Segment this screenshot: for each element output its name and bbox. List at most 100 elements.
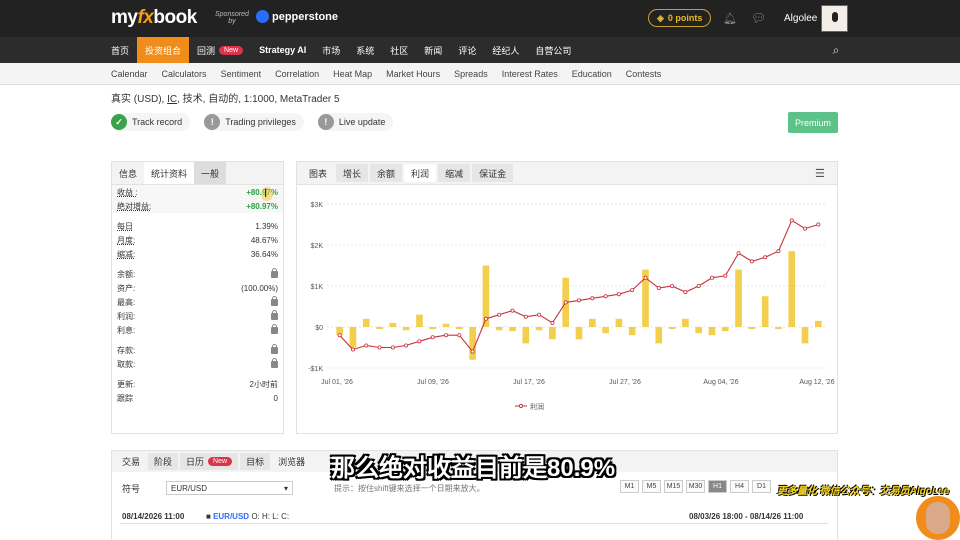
sponsor-name[interactable]: pepperstone: [272, 11, 338, 23]
stat-row: 每日 1.39%: [112, 219, 283, 233]
broker-link[interactable]: IC: [167, 94, 177, 105]
stat-row: 资产: (100.00%): [112, 281, 283, 295]
nav-item-6[interactable]: 社区: [382, 37, 416, 63]
nav-item-label: 经纪人: [492, 45, 520, 56]
profit-bar: [402, 327, 410, 331]
sliders-icon[interactable]: ☰: [815, 167, 829, 180]
stat-label: 每日: [117, 221, 133, 231]
timeframe-h4[interactable]: H4: [730, 480, 749, 493]
subnav-item-9[interactable]: Contests: [619, 69, 669, 79]
profit-point: [550, 320, 555, 325]
tab-goals[interactable]: 目标: [240, 453, 271, 470]
watermark: 更多量化 微信公众号：交易员AlgoLee: [777, 486, 950, 497]
chat-icon[interactable]: 💬︎: [751, 11, 766, 25]
track-record-badge[interactable]: ✓ Track record: [111, 113, 191, 131]
search-icon[interactable]: ⌕: [823, 37, 849, 63]
profit-point: [616, 292, 621, 297]
tab-balance[interactable]: 余额: [370, 164, 403, 182]
profit-point: [803, 226, 808, 231]
bell-icon[interactable]: 🔔︎: [723, 12, 737, 25]
profit-point: [444, 333, 449, 338]
stat-row: 收益 :+80.97%: [112, 185, 283, 199]
nav-item-label: 系统: [356, 45, 375, 56]
nav-item-2[interactable]: 回测 New: [189, 37, 251, 63]
stats-tabs: 信息 统计资料 一般: [112, 162, 283, 185]
profit-point: [736, 251, 741, 256]
subnav-item-3[interactable]: Correlation: [268, 69, 326, 79]
nav-item-10[interactable]: 自营公司: [527, 37, 579, 63]
live-update-badge[interactable]: ! Live update: [317, 113, 394, 131]
y-tick-label: $3K: [311, 202, 324, 209]
tab-margin[interactable]: 保证金: [472, 164, 514, 182]
subnav-item-8[interactable]: Education: [565, 69, 619, 79]
symbol-select[interactable]: EUR/USD ▾: [166, 481, 294, 495]
nav-item-9[interactable]: 经纪人: [484, 37, 527, 63]
avatar[interactable]: [821, 5, 848, 32]
timeframe-m15[interactable]: M15: [664, 480, 683, 493]
tab-trades[interactable]: 交易: [116, 453, 146, 470]
profit-point: [683, 290, 688, 295]
subnav-item-5[interactable]: Market Hours: [379, 69, 447, 79]
nav-item-label: 首页: [111, 45, 130, 56]
subnav-item-2[interactable]: Sentiment: [214, 69, 269, 79]
nav-item-3[interactable]: Strategy AI: [251, 37, 314, 63]
nav-item-4[interactable]: 市场: [314, 37, 348, 63]
premium-button[interactable]: Premium: [788, 112, 838, 133]
pepperstone-logo-icon[interactable]: [256, 10, 269, 23]
subnav-item-6[interactable]: Spreads: [447, 69, 495, 79]
lock-icon: [271, 267, 278, 278]
trading-privileges-badge[interactable]: ! Trading privileges: [204, 113, 304, 131]
new-badge: New: [219, 45, 244, 55]
profit-point: [590, 296, 595, 301]
timeframe-d1[interactable]: D1: [752, 480, 771, 493]
nav-item-5[interactable]: 系统: [348, 37, 382, 63]
account-badges: ✓ Track record ! Trading privileges ! Live …: [111, 113, 394, 131]
tab-chart[interactable]: 图表: [302, 164, 334, 182]
stat-row: 利润:: [112, 309, 283, 323]
tab-growth[interactable]: 增长: [336, 164, 369, 182]
nav-item-7[interactable]: 新闻: [416, 37, 450, 63]
profit-point: [404, 343, 409, 348]
nav-item-0[interactable]: 首页: [103, 37, 137, 63]
profit-point: [470, 349, 475, 354]
nav-item-8[interactable]: 评论: [450, 37, 484, 63]
tab-drawdown[interactable]: 缩减: [438, 164, 471, 182]
subnav-item-0[interactable]: Calendar: [104, 69, 155, 79]
stat-row: 取款:: [112, 357, 283, 371]
tab-general[interactable]: 一般: [194, 162, 227, 184]
stats-rows: 收益 :+80.97% 绝对增益: +80.97% 每日 1.39% 月度: 48.67% 缩…: [112, 185, 283, 405]
tab-calendar[interactable]: 日历 New: [180, 453, 239, 470]
timeframe-m5[interactable]: M5: [642, 480, 661, 493]
x-tick-label: Jul 09, '26: [417, 379, 449, 386]
tab-profit[interactable]: 利润: [404, 164, 437, 182]
username[interactable]: Algolee: [784, 13, 817, 24]
tab-browser[interactable]: 浏览器: [272, 453, 311, 470]
chart-tabs: 图表 增长 余额 利润 缩减 保证金: [297, 162, 837, 185]
nav-item-label: 评论: [458, 45, 477, 56]
subnav-item-4[interactable]: Heat Map: [326, 69, 379, 79]
profit-point: [523, 314, 528, 319]
nav-item-1[interactable]: 投资组合: [137, 37, 190, 63]
profit-point: [390, 345, 395, 350]
sponsored-label: Sponsored by: [215, 11, 249, 25]
nav-item-label: 社区: [390, 45, 409, 56]
nav-item-label: 回测: [197, 45, 216, 56]
subnav-item-1[interactable]: Calculators: [155, 69, 214, 79]
timeframe-h1[interactable]: H1: [708, 480, 727, 493]
tab-statistics[interactable]: 统计资料: [144, 162, 195, 184]
x-tick-label: Jul 27, '26: [609, 379, 641, 386]
myfxbook-logo[interactable]: myfxbook: [111, 7, 197, 29]
timeframe-m1[interactable]: M1: [620, 480, 639, 493]
nav-item-label: 市场: [322, 45, 341, 56]
stat-row: 存款:: [112, 343, 283, 357]
profit-point: [563, 300, 568, 305]
profit-point: [497, 312, 502, 317]
lock-icon: [271, 295, 278, 306]
subnav-item-7[interactable]: Interest Rates: [495, 69, 565, 79]
timeframe-m30[interactable]: M30: [686, 480, 705, 493]
webcam-overlay: [916, 496, 960, 540]
tab-info[interactable]: 信息: [112, 162, 144, 184]
profit-bar: [708, 327, 716, 336]
tab-periods[interactable]: 阶段: [148, 453, 179, 470]
points-badge[interactable]: ◈ 0 points: [648, 9, 712, 27]
